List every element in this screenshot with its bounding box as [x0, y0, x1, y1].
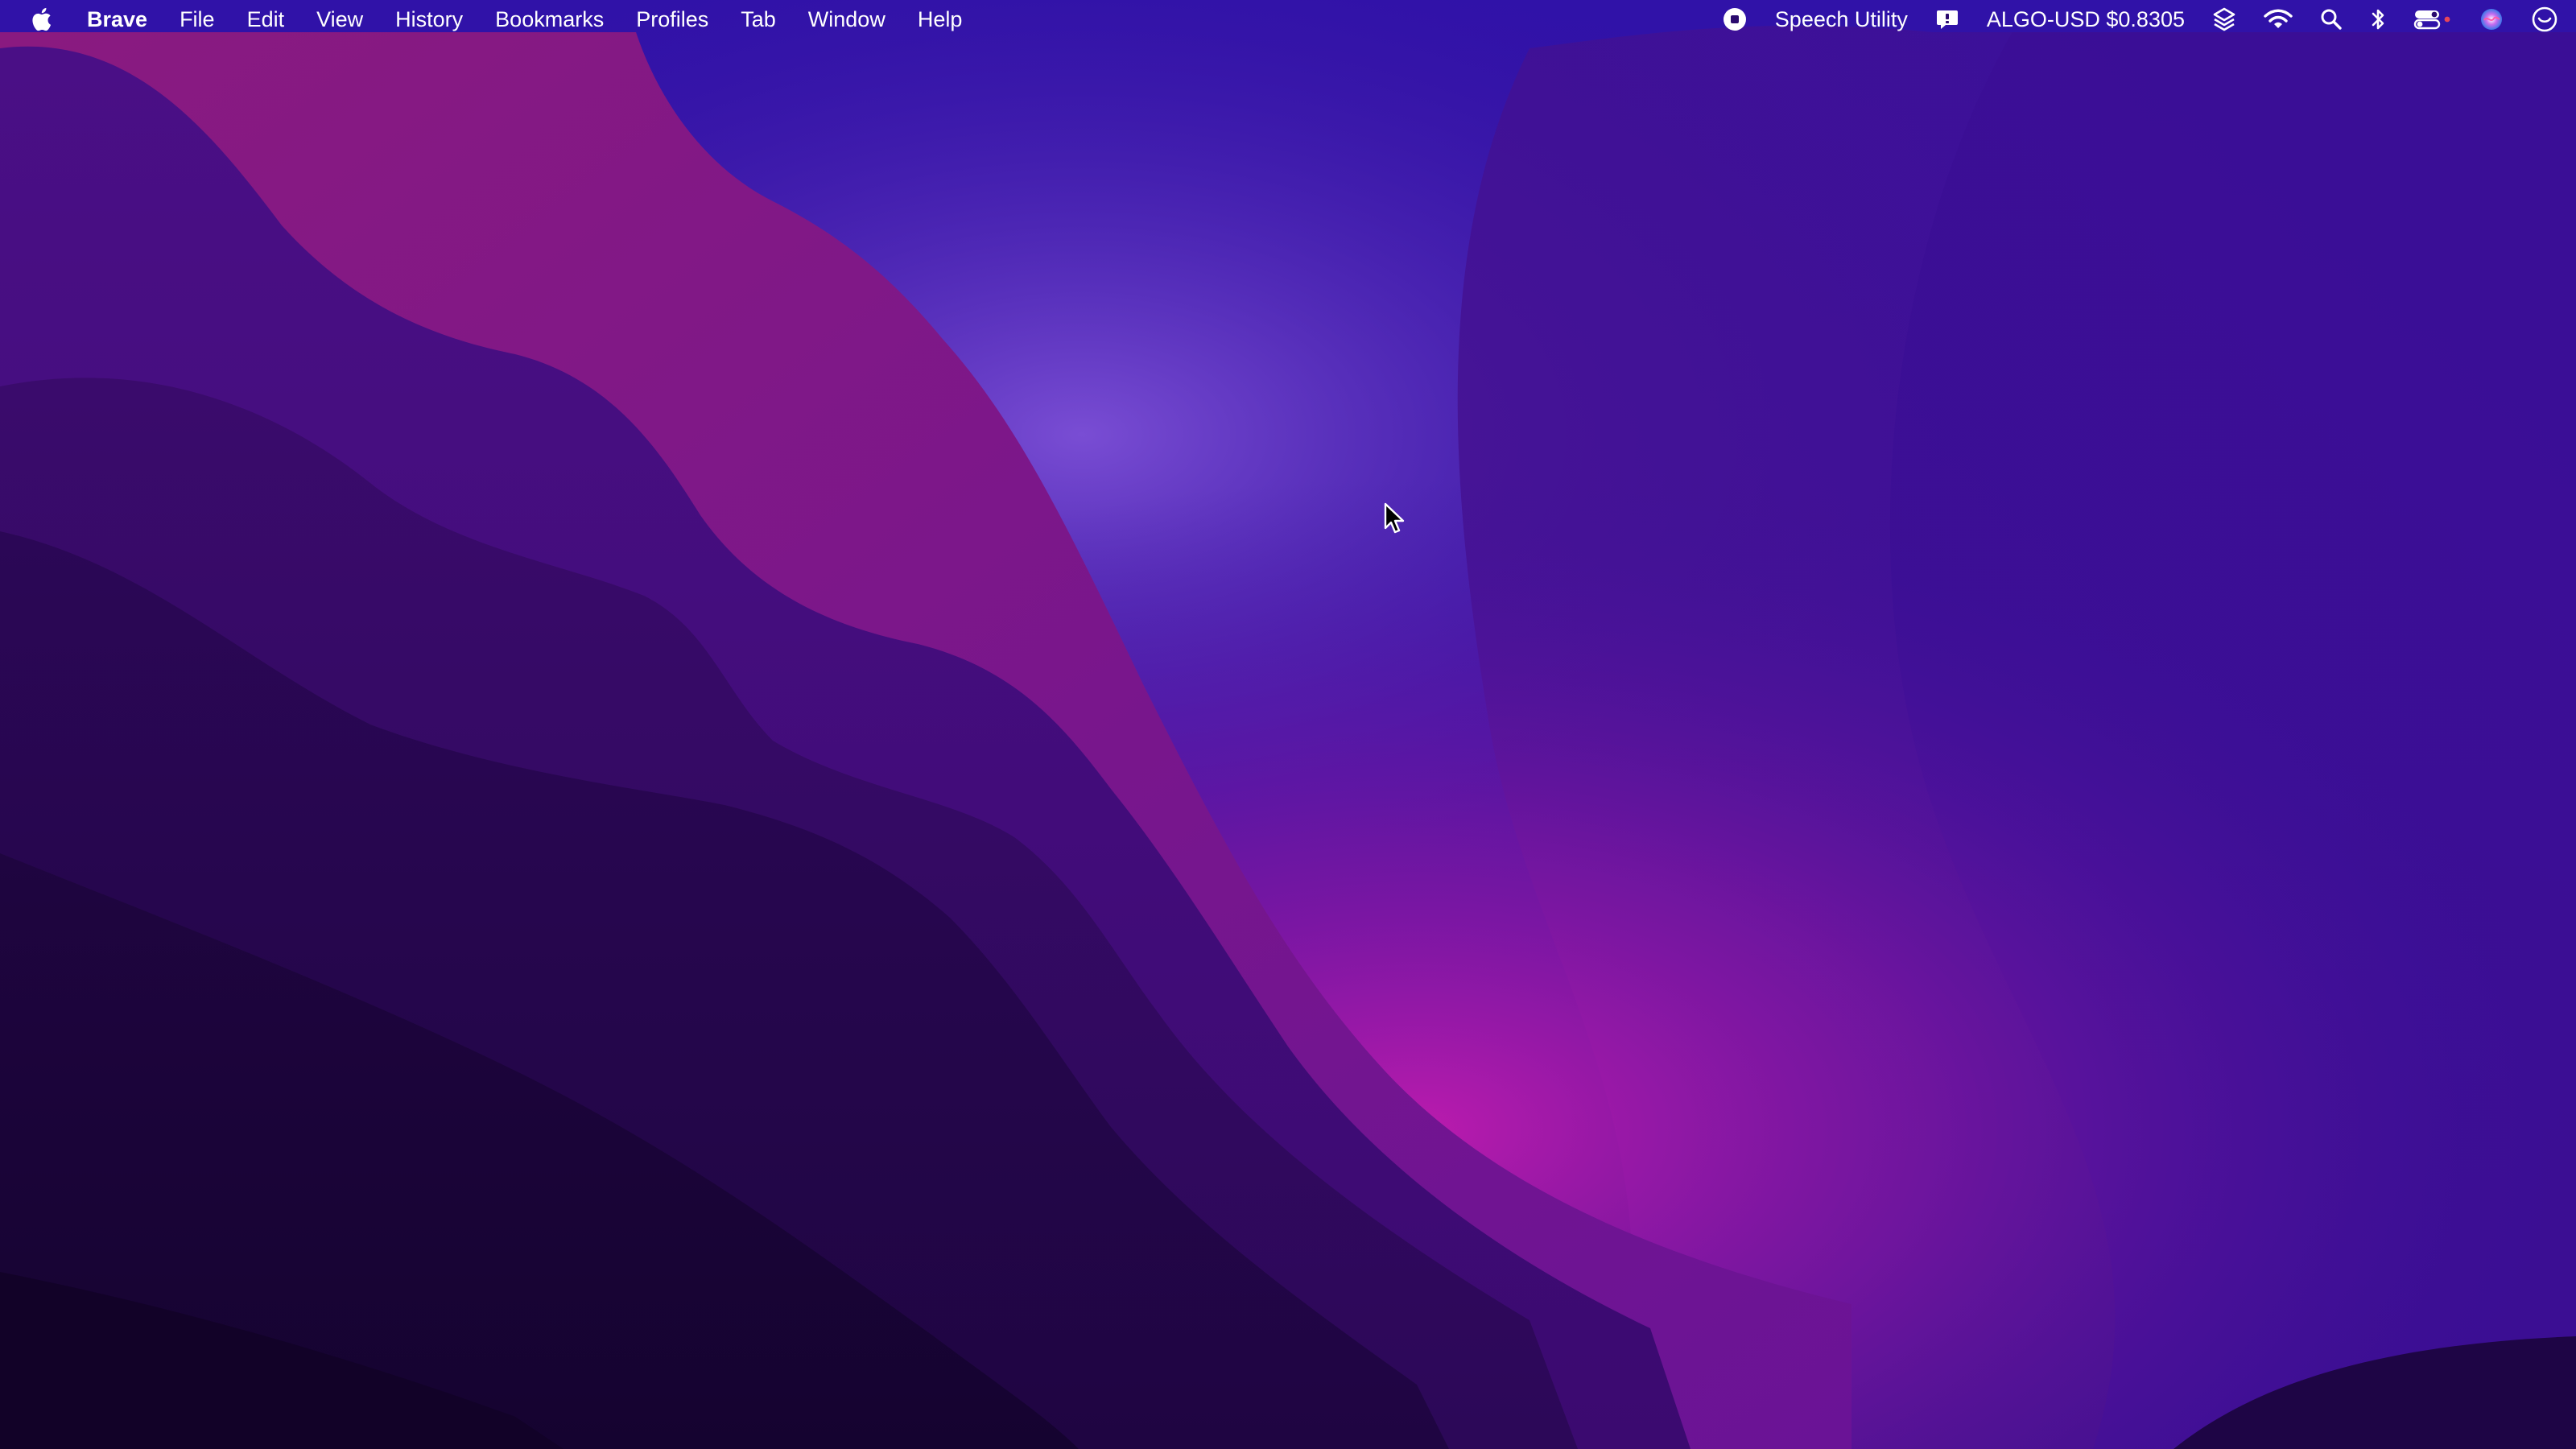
menu-tab[interactable]: Tab [741, 7, 776, 32]
ticker-label[interactable]: ALGO-USD $0.8305 [1987, 7, 2185, 32]
menu-history[interactable]: History [395, 7, 463, 32]
mouse-pointer-icon [1383, 502, 1407, 536]
menu-window[interactable]: Window [808, 7, 886, 32]
desktop-wallpaper [0, 0, 2576, 1449]
menu-profiles[interactable]: Profiles [636, 7, 708, 32]
menu-app-name[interactable]: Brave [87, 7, 147, 32]
message-bubble-icon[interactable] [1935, 7, 1959, 31]
menu-view[interactable]: View [316, 7, 363, 32]
menu-file[interactable]: File [180, 7, 215, 32]
siri-icon[interactable] [2479, 7, 2504, 31]
control-center-icon[interactable] [2413, 8, 2452, 31]
stop-record-icon[interactable] [1722, 6, 1748, 32]
stack-icon[interactable] [2212, 6, 2236, 32]
menu-bookmarks[interactable]: Bookmarks [495, 7, 604, 32]
menu-bar: Brave File Edit View History Bookmarks P… [0, 0, 2576, 39]
apple-icon[interactable] [27, 6, 55, 33]
speech-utility-label[interactable]: Speech Utility [1775, 7, 1908, 32]
search-icon[interactable] [2320, 8, 2343, 31]
menu-help[interactable]: Help [918, 7, 963, 32]
menu-bar-left: Brave File Edit View History Bookmarks P… [0, 0, 994, 39]
menu-edit[interactable]: Edit [247, 7, 285, 32]
wifi-icon[interactable] [2264, 8, 2293, 31]
notification-center-icon[interactable] [2531, 6, 2558, 33]
bluetooth-icon[interactable] [2370, 7, 2386, 31]
menu-bar-status: Speech Utility ALGO-USD $0.8305 [1695, 0, 2576, 39]
